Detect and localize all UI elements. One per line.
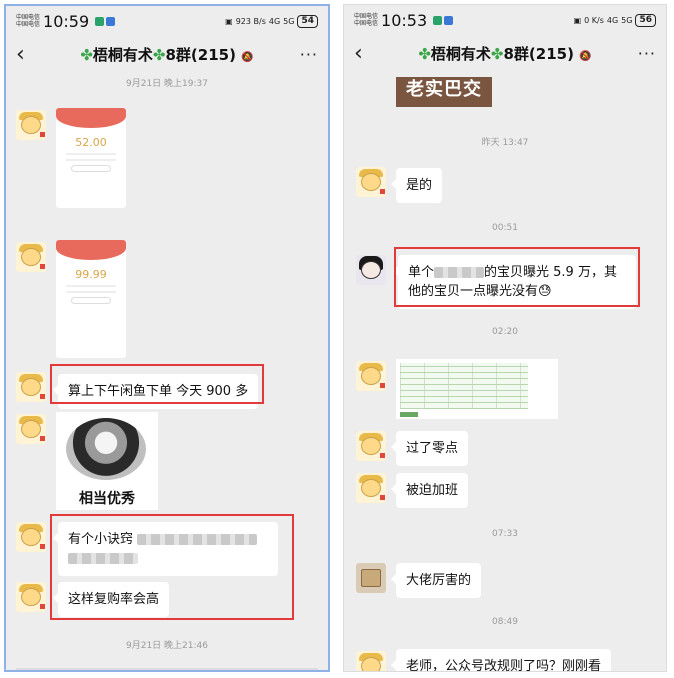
app-notification-icon (433, 15, 443, 25)
avatar[interactable] (356, 563, 386, 593)
app-notification-icon (444, 15, 454, 25)
message-bubble[interactable]: 老师，公众号改规则了吗？刚刚看 (390, 649, 612, 671)
meme-sticker[interactable]: 相当优秀 (56, 412, 158, 510)
message-list[interactable]: 9月21日 晚上19:37 52.00 99.99 算上下午闲鱼下单 今天 90… (6, 72, 328, 670)
timestamp: 07:33 (492, 529, 518, 539)
photo-message[interactable]: 老实巴交 (396, 77, 492, 107)
chat-header: ‹ ✤梧桐有术✤8群(215) 🔕 ··· (6, 36, 328, 72)
red-packet-amount: 99.99 (75, 268, 107, 281)
avatar[interactable] (16, 522, 46, 552)
clock: 10:53 (381, 10, 428, 30)
red-packet-amount: 52.00 (75, 136, 107, 149)
message-bubble[interactable]: 是的 (390, 168, 443, 203)
message-bubble[interactable]: 被迫加班 (390, 473, 469, 508)
message-list[interactable]: 老实巴交 昨天 13:47 是的 00:51 单个 的宝贝曝光 5.9 万，其他的… (344, 71, 666, 671)
signal-5g: 5G (621, 15, 633, 25)
avatar[interactable] (16, 582, 46, 612)
status-indicators: ▣ 923 B/s 4G 5G 54 (225, 14, 318, 28)
timestamp: 昨天 13:47 (481, 138, 529, 148)
chat-title: ✤梧桐有术✤8群(215) 🔕 (418, 44, 592, 63)
app-notification-icon (106, 16, 116, 26)
message-bubble[interactable]: 过了零点 (390, 431, 469, 466)
signal-4g: 4G (268, 16, 281, 26)
chat-title: ✤梧桐有术✤8群(215) 🔕 (80, 45, 254, 64)
timestamp: 9月21日 晚上21:46 (126, 641, 208, 651)
message-bubble[interactable]: 单个 的宝贝曝光 5.9 万，其他的宝贝一点曝光没有😓 (393, 255, 636, 309)
status-bar: 中国电信 中国电信 10:53 ▣ 0 K/s 4G 5G 56 (344, 5, 666, 35)
redacted-text (68, 553, 138, 564)
meme-caption: 相当优秀 (79, 491, 135, 507)
message-bubble[interactable]: 算上下午闲鱼下单 今天 900 多 (52, 374, 259, 409)
status-indicators: ▣ 0 K/s 4G 5G 56 (573, 13, 656, 27)
timestamp: 9月21日 晚上19:37 (126, 79, 208, 89)
mute-bell-icon: 🔕 (579, 50, 592, 62)
thumbs-up-meme-image (66, 418, 146, 480)
more-options-button[interactable]: ··· (638, 44, 656, 63)
avatar[interactable] (356, 431, 386, 461)
more-options-button[interactable]: ··· (300, 45, 318, 64)
carrier-label: 中国电信 中国电信 (16, 14, 41, 28)
clover-icon: ✤ (418, 44, 431, 63)
carrier-label: 中国电信 中国电信 (354, 13, 379, 27)
chat-header: ‹ ✤梧桐有术✤8群(215) 🔕 ··· (344, 35, 666, 71)
next-message-edge (16, 668, 318, 670)
timestamp: 02:20 (492, 327, 518, 337)
timestamp: 08:49 (492, 617, 518, 627)
redacted-text (434, 267, 485, 278)
avatar[interactable] (16, 242, 46, 272)
back-arrow-icon[interactable]: ‹ (354, 41, 378, 66)
message-bubble[interactable]: 这样复购率会高 (52, 582, 170, 617)
signal-5g: 5G (283, 16, 295, 26)
avatar[interactable] (16, 372, 46, 402)
clock: 10:59 (43, 11, 90, 31)
status-bar: 中国电信 中国电信 10:59 ▣ 923 B/s 4G 5G 54 (6, 6, 328, 36)
back-arrow-icon[interactable]: ‹ (16, 42, 40, 67)
clover-icon: ✤ (152, 45, 166, 64)
left-chat-screen: 中国电信 中国电信 10:59 ▣ 923 B/s 4G 5G 54 ‹ ✤梧桐有… (4, 4, 330, 672)
spreadsheet-screenshot[interactable] (396, 359, 558, 419)
avatar[interactable] (356, 651, 386, 671)
avatar[interactable] (16, 414, 46, 444)
network-speed: 923 B/s (235, 16, 266, 26)
battery-indicator: 54 (297, 14, 318, 28)
timestamp: 00:51 (492, 223, 518, 233)
message-bubble[interactable]: 有个小诀窍 (53, 522, 278, 576)
clover-icon: ✤ (490, 44, 504, 63)
avatar[interactable] (16, 110, 46, 140)
message-bubble[interactable]: 大佬厉害的 (390, 563, 482, 598)
battery-indicator: 56 (635, 13, 656, 27)
mute-bell-icon: 🔕 (241, 51, 254, 63)
clover-icon: ✤ (80, 45, 93, 64)
red-packet-screenshot[interactable]: 99.99 (56, 240, 126, 358)
nfc-icon: ▣ (225, 16, 233, 26)
signal-4g: 4G (606, 15, 619, 25)
avatar[interactable] (356, 473, 386, 503)
right-chat-screen: 中国电信 中国电信 10:53 ▣ 0 K/s 4G 5G 56 ‹ ✤梧桐有术✤… (343, 4, 667, 672)
avatar[interactable] (356, 255, 386, 285)
network-speed: 0 K/s (584, 15, 604, 25)
redacted-text (137, 534, 258, 545)
avatar[interactable] (356, 361, 386, 391)
app-notification-icon (95, 16, 105, 26)
nfc-icon: ▣ (573, 15, 582, 25)
red-packet-screenshot[interactable]: 52.00 (56, 108, 126, 208)
avatar[interactable] (356, 167, 386, 197)
